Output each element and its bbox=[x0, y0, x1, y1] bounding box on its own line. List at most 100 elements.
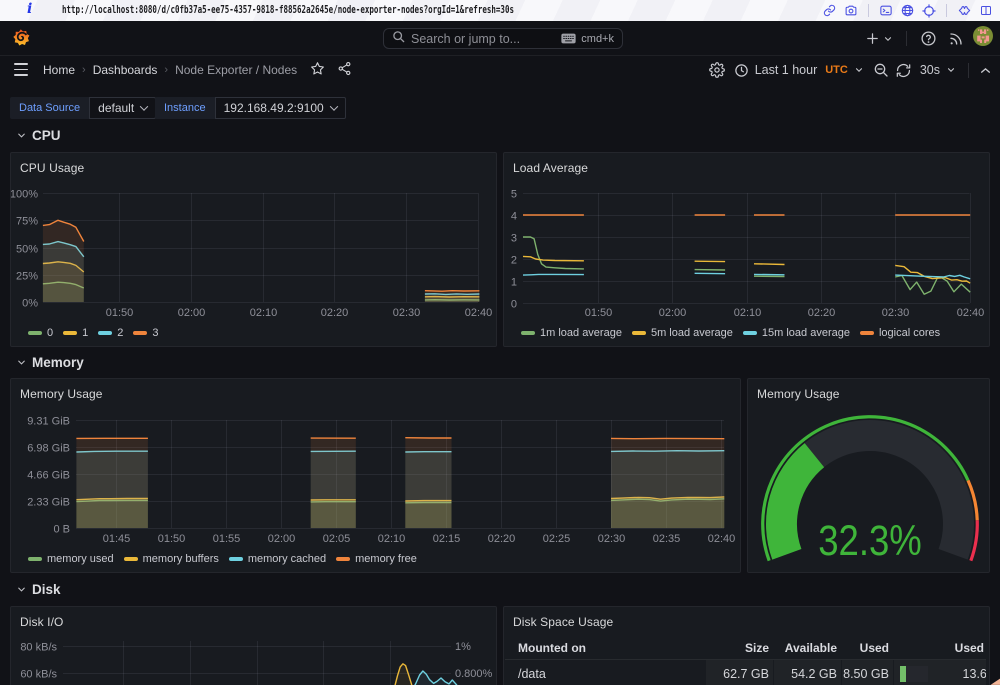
divider bbox=[946, 4, 947, 17]
link-icon[interactable] bbox=[823, 4, 836, 17]
breadcrumb-home[interactable]: Home bbox=[43, 63, 75, 77]
column-header[interactable]: Used bbox=[893, 637, 986, 659]
table-cell: 54.2 GB bbox=[773, 660, 841, 685]
globe-icon[interactable] bbox=[901, 4, 914, 17]
y-axis-tick-label: 0 B bbox=[53, 524, 70, 536]
camera-icon[interactable] bbox=[844, 4, 858, 17]
crosshair-icon[interactable] bbox=[922, 4, 936, 18]
y-axis-tick-label: 5 bbox=[511, 189, 517, 201]
search-input[interactable]: Search or jump to... cmd+k bbox=[383, 28, 623, 49]
x-axis-tick-label: 02:10 bbox=[378, 533, 406, 545]
chart-cpu[interactable]: 0%25%50%75%100%01:5002:0002:1002:2002:30… bbox=[11, 153, 496, 346]
column-header[interactable]: Available bbox=[773, 637, 841, 659]
terminal-icon[interactable] bbox=[879, 4, 893, 17]
used-bar-fill bbox=[900, 666, 906, 682]
table-cell: /data bbox=[505, 660, 705, 685]
y-axis-tick-label: 50% bbox=[16, 244, 38, 256]
star-icon[interactable] bbox=[310, 61, 325, 79]
news-rss-icon[interactable] bbox=[946, 26, 966, 52]
variable-value-dropdown[interactable]: 192.168.49.2:9100 bbox=[215, 97, 346, 119]
x-axis-tick-label: 02:20 bbox=[488, 533, 516, 545]
x-axis-tick-label: 01:45 bbox=[103, 533, 131, 545]
x-axis-tick-label: 02:10 bbox=[734, 307, 762, 319]
series-line bbox=[523, 237, 584, 269]
column-header[interactable]: Size bbox=[705, 637, 773, 659]
section-memory[interactable]: Memory bbox=[16, 355, 84, 370]
chevron-down-icon bbox=[16, 130, 27, 141]
series-fill bbox=[425, 291, 480, 302]
chevron-right-icon: › bbox=[82, 64, 86, 76]
chevron-down-icon bbox=[140, 102, 148, 110]
x-axis-tick-label: 02:40 bbox=[708, 533, 736, 545]
y-axis-tick-label: 75% bbox=[16, 216, 38, 228]
series-line bbox=[895, 265, 970, 283]
chart-diskio[interactable]: 80 kB/s60 kB/s1%0.800% bbox=[11, 607, 496, 685]
y-axis-tick-label: 0 bbox=[511, 299, 517, 311]
table-row[interactable]: /data62.7 GB54.2 GB8.50 GB13.6% bbox=[505, 660, 986, 685]
refresh-icon[interactable] bbox=[894, 57, 913, 83]
used-bar-gauge bbox=[900, 666, 928, 682]
column-header[interactable]: Used bbox=[841, 637, 893, 659]
info-icon: i bbox=[27, 1, 32, 17]
y-axis-tick-label: 100% bbox=[11, 189, 38, 201]
x-axis-tick-label: 02:00 bbox=[178, 307, 206, 319]
chevron-down-icon bbox=[16, 357, 27, 368]
column-header[interactable]: Mounted on bbox=[505, 637, 705, 659]
y-axis-tick-label: 4 bbox=[511, 211, 517, 223]
breadcrumb-dashboards[interactable]: Dashboards bbox=[93, 63, 158, 77]
panel-load-average: Load Average 1m load average5m load aver… bbox=[503, 152, 990, 347]
grafana-logo[interactable] bbox=[13, 28, 30, 52]
chevron-down-icon bbox=[329, 102, 337, 110]
help-icon[interactable] bbox=[918, 26, 939, 52]
timezone-label: UTC bbox=[825, 64, 848, 76]
url-text[interactable]: http://localhost:8080/d/c0fb37a5-ee75-43… bbox=[62, 4, 514, 16]
y-axis-tick-label: 6.98 GiB bbox=[27, 443, 70, 455]
y-axis-tick-label: 60 kB/s bbox=[20, 669, 57, 681]
variable-label: Data Source bbox=[10, 97, 89, 119]
refresh-interval-picker[interactable]: 30s bbox=[916, 63, 960, 77]
zoom-out-icon[interactable] bbox=[871, 57, 891, 83]
menu-toggle-icon[interactable] bbox=[14, 63, 28, 76]
variable-datasource: Data Source default bbox=[10, 97, 156, 119]
section-disk[interactable]: Disk bbox=[16, 582, 61, 597]
table-header: Mounted onSizeAvailableUsedUsed bbox=[505, 637, 986, 660]
dashboard-settings-icon[interactable] bbox=[707, 57, 727, 83]
table-cell: 13.6% bbox=[893, 660, 986, 685]
avatar[interactable] bbox=[973, 26, 993, 51]
panel-memory-usage: Memory Usage memory usedmemory buffersme… bbox=[10, 378, 741, 573]
chevron-down-icon bbox=[946, 65, 956, 75]
gridlines bbox=[523, 193, 971, 304]
series-fill bbox=[405, 438, 451, 528]
y-axis-tick-label: 9.31 GiB bbox=[27, 416, 70, 428]
browser-address-bar: i http://localhost:8080/d/c0fb37a5-ee75-… bbox=[0, 0, 1000, 21]
chart-mem[interactable]: 0 B2.33 GiB4.66 GiB6.98 GiB9.31 GiB01:45… bbox=[11, 379, 740, 572]
x-axis-tick-label: 02:40 bbox=[465, 307, 493, 319]
puzzle-icon[interactable] bbox=[957, 4, 972, 17]
columns-icon[interactable] bbox=[980, 4, 992, 17]
collapse-icon[interactable] bbox=[977, 57, 994, 83]
gauge-memory[interactable]: 32.3% bbox=[748, 379, 989, 572]
time-range-picker[interactable]: Last 1 hour UTC bbox=[730, 63, 868, 78]
y-axis-tick-label: 3 bbox=[511, 233, 517, 245]
share-icon[interactable] bbox=[337, 61, 352, 79]
y-axis-tick-label: 4.66 GiB bbox=[27, 470, 70, 482]
x-axis-tick-label: 02:35 bbox=[653, 533, 681, 545]
series-fill bbox=[43, 220, 84, 302]
series-fill bbox=[311, 438, 356, 528]
y-axis-tick-label: 1 bbox=[511, 277, 517, 289]
section-cpu[interactable]: CPU bbox=[16, 128, 61, 143]
panel-cpu-usage: CPU Usage 0123 0%25%50%75%100%01:5002:00… bbox=[10, 152, 497, 347]
variable-value-dropdown[interactable]: default bbox=[89, 97, 156, 119]
divider bbox=[968, 63, 969, 78]
search-placeholder: Search or jump to... bbox=[411, 32, 555, 46]
add-button[interactable] bbox=[863, 26, 895, 52]
breadcrumb-current: Node Exporter / Nodes bbox=[175, 63, 297, 77]
chart-load[interactable]: 01234501:5002:0002:1002:2002:3002:40 bbox=[504, 153, 989, 346]
right-axis-tick-label: 1% bbox=[455, 641, 471, 653]
chevron-down-icon bbox=[16, 584, 27, 595]
x-axis-tick-label: 02:20 bbox=[808, 307, 836, 319]
x-axis-tick-label: 01:50 bbox=[106, 307, 134, 319]
x-axis-tick-label: 02:25 bbox=[543, 533, 571, 545]
panel-title[interactable]: Disk Space Usage bbox=[513, 615, 613, 629]
series-line bbox=[523, 256, 584, 260]
